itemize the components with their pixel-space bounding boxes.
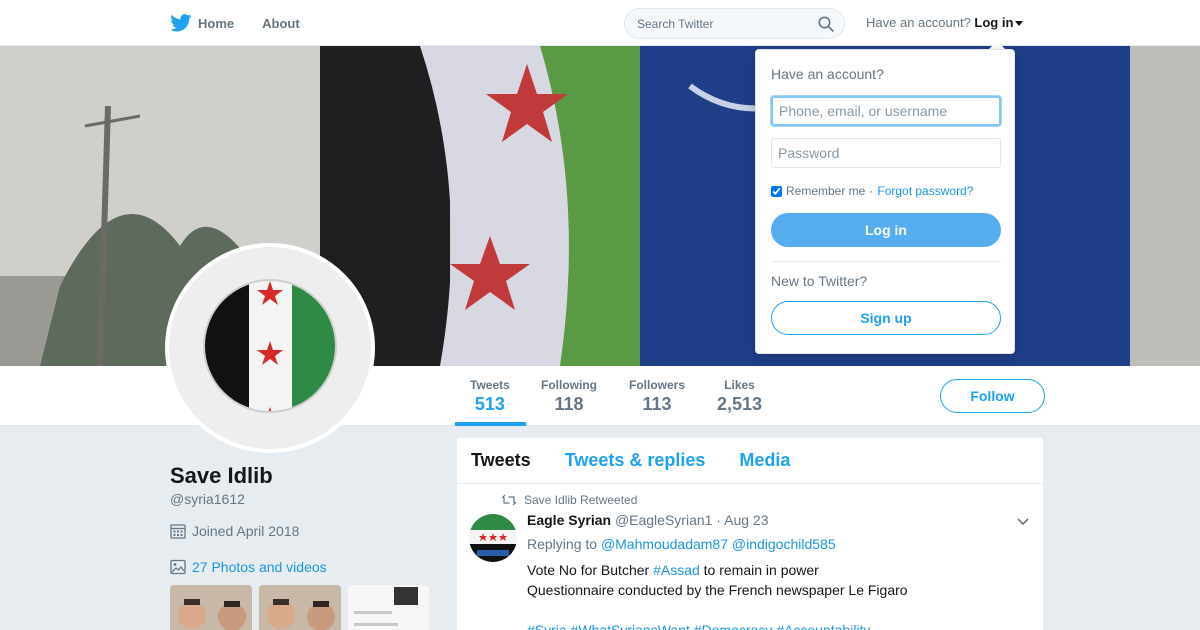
stat-tweets[interactable]: Tweets 513 xyxy=(470,378,510,415)
account-prompt: Have an account? xyxy=(866,15,971,30)
replying-to: Replying to @Mahmoudadam87 @indigochild5… xyxy=(527,536,836,552)
follow-button[interactable]: Follow xyxy=(940,379,1045,413)
tweet-author-name[interactable]: Eagle Syrian xyxy=(527,512,611,528)
photo-icon xyxy=(170,559,186,575)
timeline-tabs: Tweets Tweets & replies Media xyxy=(457,438,1043,484)
stat-value: 118 xyxy=(554,394,584,414)
tab-tweets-replies[interactable]: Tweets & replies xyxy=(565,450,706,471)
stat-value: 513 xyxy=(474,394,505,414)
tab-tweets[interactable]: Tweets xyxy=(471,450,531,471)
tweet-header: Eagle Syrian @EagleSyrian1 · Aug 23 xyxy=(527,512,769,528)
join-date-text: Joined April 2018 xyxy=(192,523,300,539)
tweet-text-part: to remain in power xyxy=(703,562,819,578)
stat-label: Likes xyxy=(724,378,755,392)
thumbnail-image xyxy=(170,585,252,630)
stat-followers[interactable]: Followers 113 xyxy=(629,378,685,415)
remember-me-checkbox[interactable] xyxy=(771,185,782,197)
media-thumbnail[interactable] xyxy=(348,585,429,630)
hashtag-link[interactable]: #Democracy xyxy=(694,622,773,630)
media-thumbnail[interactable] xyxy=(259,585,341,630)
search-input[interactable] xyxy=(637,16,807,31)
profile-avatar[interactable] xyxy=(165,243,375,453)
tweet-line: Vote No for Butcher #Assad to remain in … xyxy=(527,560,1027,580)
tweet-avatar-image xyxy=(469,514,517,562)
top-nav-bar: Home About Have an account? Log in xyxy=(0,0,1200,46)
photos-videos-label: 27 Photos and videos xyxy=(192,559,327,575)
nav-links: Home About xyxy=(170,0,300,46)
calendar-icon xyxy=(170,524,186,539)
retweet-context-text: Save Idlib Retweeted xyxy=(524,493,638,507)
tweet-author-handle[interactable]: @EagleSyrian1 xyxy=(615,512,713,528)
chevron-down-icon[interactable] xyxy=(1017,518,1029,526)
hashtag-link[interactable]: #Accountability xyxy=(776,622,870,630)
tweet-text-part: Vote No for Butcher xyxy=(527,562,650,578)
stat-following[interactable]: Following 118 xyxy=(541,378,597,415)
search-icon[interactable] xyxy=(818,16,834,32)
profile-handle[interactable]: @syria1612 xyxy=(170,491,245,507)
mention-link[interactable]: @indigochild585 xyxy=(732,536,836,552)
forgot-password-link[interactable]: Forgot password? xyxy=(877,184,973,198)
thumbnail-image xyxy=(348,585,429,630)
photos-videos-link[interactable]: 27 Photos and videos xyxy=(170,559,327,575)
retweet-icon xyxy=(502,494,516,506)
replying-prefix: Replying to xyxy=(527,536,598,552)
signup-button[interactable]: Sign up xyxy=(771,301,1001,335)
search-box xyxy=(624,8,845,39)
login-button[interactable]: Log in xyxy=(771,213,1001,247)
password-input[interactable] xyxy=(771,138,1001,168)
thumbnail-image xyxy=(259,585,341,630)
timeline: Tweets Tweets & replies Media Save Idlib… xyxy=(456,437,1044,630)
join-date: Joined April 2018 xyxy=(170,523,299,539)
tweet-text: Vote No for Butcher #Assad to remain in … xyxy=(527,560,1027,630)
twitter-bird-icon xyxy=(170,14,192,32)
account-menu: Have an account? Log in xyxy=(866,15,1024,30)
avatar-image xyxy=(169,247,371,449)
nav-home[interactable]: Home xyxy=(170,14,234,32)
caret-down-icon xyxy=(1015,21,1024,27)
nav-home-label: Home xyxy=(198,15,235,31)
tweet[interactable]: Save Idlib Retweeted Eagle Syrian @Eagle… xyxy=(457,484,1043,630)
login-link-label: Log in xyxy=(974,15,1014,30)
profile-name: Save Idlib xyxy=(170,463,273,488)
media-thumbnail[interactable] xyxy=(170,585,252,630)
retweet-context: Save Idlib Retweeted xyxy=(502,493,637,507)
mention-link[interactable]: @Mahmoudadam87 xyxy=(601,536,728,552)
stat-value: 2,513 xyxy=(717,394,763,414)
dropdown-title: Have an account? xyxy=(771,66,884,82)
new-to-twitter-text: New to Twitter? xyxy=(771,273,868,289)
remember-separator: · xyxy=(869,184,874,198)
dropdown-divider xyxy=(771,261,1001,262)
tweet-separator: · xyxy=(716,512,721,528)
remember-me-label[interactable]: Remember me xyxy=(786,184,865,198)
hashtag-link[interactable]: #WhatSyriansWant xyxy=(571,622,690,630)
nav-about[interactable]: About xyxy=(262,16,300,31)
hashtag-link[interactable]: #Assad xyxy=(653,562,700,578)
active-stat-indicator xyxy=(455,422,526,426)
login-dropdown-toggle[interactable]: Log in xyxy=(974,15,1024,30)
stat-likes[interactable]: Likes 2,513 xyxy=(717,378,762,415)
tab-media[interactable]: Media xyxy=(739,450,790,471)
stat-label: Followers xyxy=(629,378,686,392)
stat-label: Following xyxy=(541,378,597,392)
tweet-avatar[interactable] xyxy=(469,514,517,562)
tweet-hashtags: #Syria #WhatSyriansWant #Democracy #Acco… xyxy=(527,620,1027,630)
remember-row: Remember me · Forgot password? xyxy=(771,184,973,198)
nav-about-label: About xyxy=(262,15,300,31)
stat-value: 113 xyxy=(642,394,672,414)
username-input[interactable] xyxy=(771,96,1001,126)
stat-label: Tweets xyxy=(470,378,510,392)
tweet-time[interactable]: Aug 23 xyxy=(724,512,768,528)
tweet-line: Questionnaire conducted by the French ne… xyxy=(527,582,908,598)
hashtag-link[interactable]: #Syria xyxy=(527,622,567,630)
login-dropdown: Have an account? Remember me · Forgot pa… xyxy=(755,49,1015,354)
